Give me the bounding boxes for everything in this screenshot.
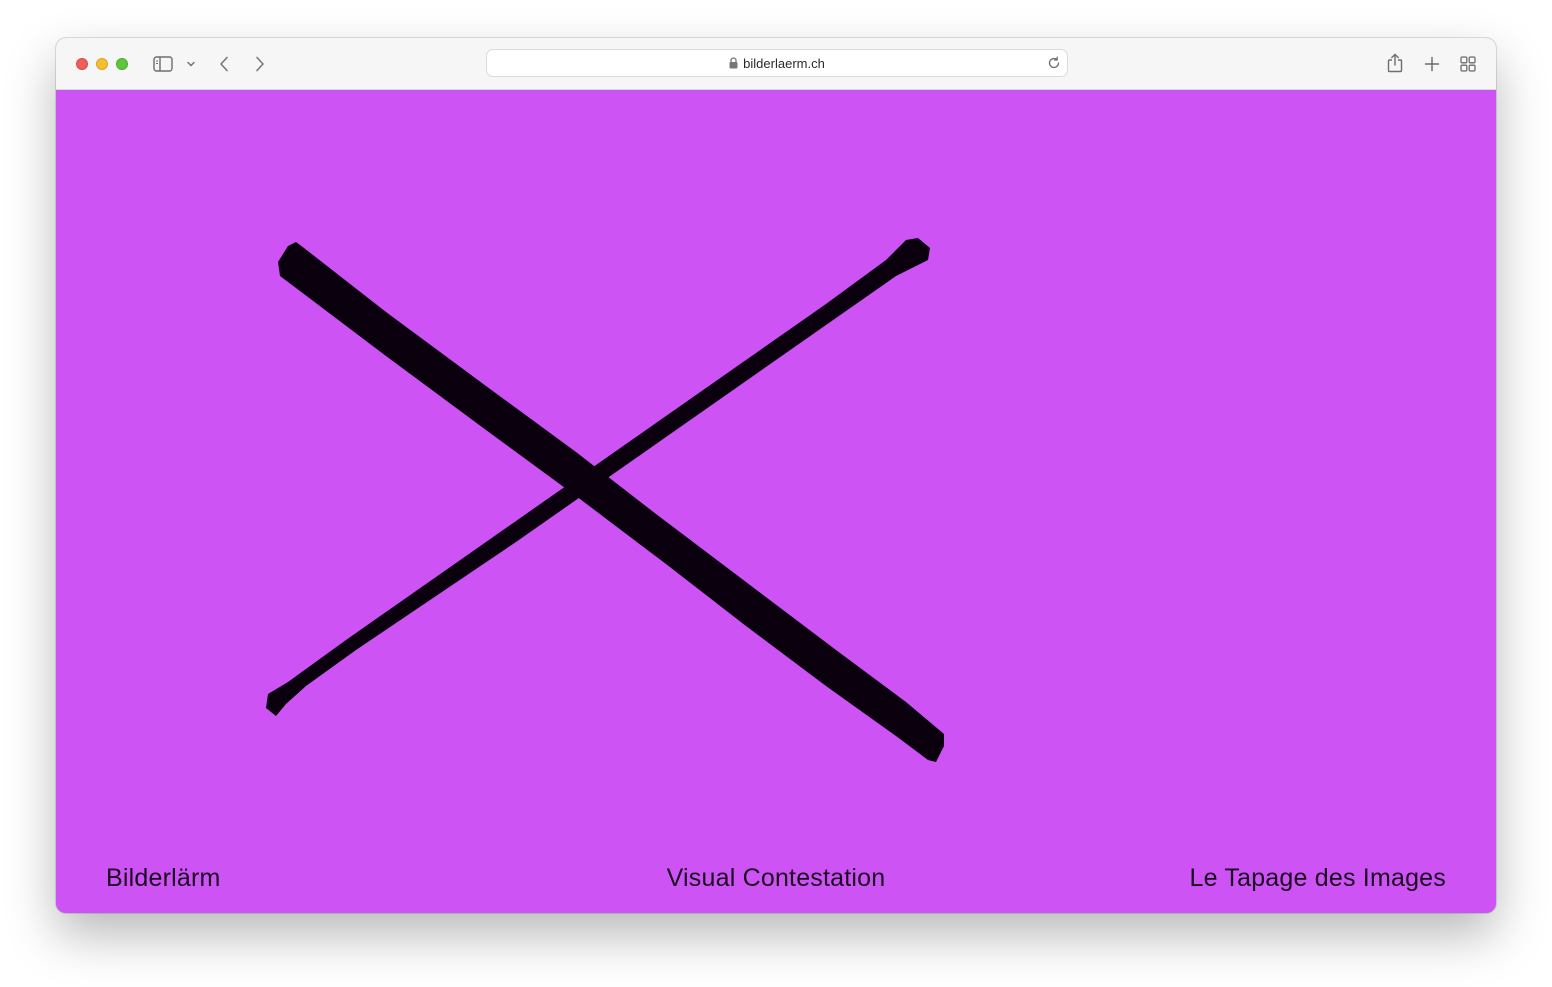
reload-icon[interactable] [1047, 56, 1061, 73]
browser-toolbar: bilderlaerm.ch [56, 38, 1496, 90]
grid-icon[interactable] [1458, 54, 1478, 74]
chevron-down-icon[interactable] [186, 58, 196, 70]
share-icon[interactable] [1385, 52, 1405, 74]
url-text: bilderlaerm.ch [743, 55, 825, 71]
browser-window: bilderlaerm.ch Bilderlärm Visual Contest… [56, 38, 1496, 913]
close-window-icon[interactable] [76, 58, 88, 70]
footer-label-tapage-des-images: Le Tapage des Images [1189, 864, 1446, 892]
chevron-right-icon[interactable] [252, 54, 268, 74]
address-bar[interactable]: bilderlaerm.ch [486, 49, 1068, 77]
cross-mark-icon [266, 238, 944, 762]
maximize-window-icon[interactable] [116, 58, 128, 70]
lock-icon [729, 57, 738, 69]
sidebar-icon[interactable] [153, 54, 173, 74]
chevron-left-icon[interactable] [216, 54, 232, 74]
page-content: Bilderlärm Visual Contestation Le Tapage… [56, 90, 1496, 913]
plus-icon[interactable] [1422, 54, 1442, 74]
minimize-window-icon[interactable] [96, 58, 108, 70]
